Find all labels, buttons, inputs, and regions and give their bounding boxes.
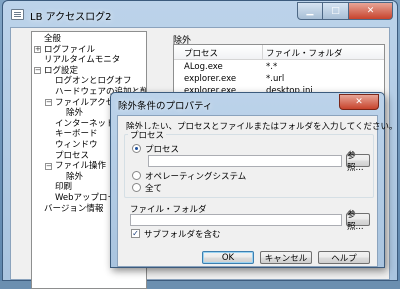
exclusion-properties-dialog: 除外条件のプロパティ ✕ 除外したい、プロセスとファイルまたはフォルダを入力して… xyxy=(110,92,398,268)
tree-item[interactable]: ログファイル xyxy=(44,45,95,55)
tree-item[interactable]: リアルタイムモニタ xyxy=(44,55,120,65)
dialog-client-area: 除外したい、プロセスとファイルまたはフォルダを入力してください。 プロセス プロ… xyxy=(117,115,398,267)
column-process[interactable]: プロセス xyxy=(184,47,218,59)
tree-item[interactable]: ログオンとログオフ xyxy=(55,76,132,86)
tree-expander-icon[interactable]: − xyxy=(45,162,52,170)
tree-expander-icon[interactable]: − xyxy=(45,99,52,107)
radio-os-label[interactable]: オペレーティングシステム xyxy=(145,170,246,182)
subfolder-checkbox[interactable]: ✓ xyxy=(131,229,140,238)
ok-button[interactable]: OK xyxy=(202,251,254,264)
list-header: プロセス ファイル・フォルダ xyxy=(174,45,384,60)
tree-item[interactable]: 除外 xyxy=(66,172,83,182)
process-group-label: プロセス xyxy=(128,129,167,141)
tree-expander-icon[interactable]: − xyxy=(34,67,41,75)
tree-item[interactable]: ログ設定 xyxy=(44,66,78,76)
close-button[interactable]: ✕ xyxy=(349,2,393,20)
dialog-title: 除外条件のプロパティ xyxy=(118,101,213,112)
tree-item[interactable]: ファイル操作 xyxy=(55,161,106,171)
tree-item[interactable]: バージョン情報 xyxy=(44,204,103,214)
dialog-close-button[interactable]: ✕ xyxy=(339,94,379,110)
maximize-button[interactable]: □ xyxy=(323,2,349,20)
help-button[interactable]: ヘルプ xyxy=(318,251,370,264)
column-file-folder[interactable]: ファイル・フォルダ xyxy=(266,47,343,59)
radio-all[interactable] xyxy=(132,183,141,192)
file-browse-button[interactable]: 参照... xyxy=(346,210,370,232)
cancel-button[interactable]: キャンセル xyxy=(260,251,312,264)
subfolder-label[interactable]: サブフォルダを含む xyxy=(144,228,221,240)
tree-item[interactable]: キーボード xyxy=(55,129,98,139)
app-icon xyxy=(11,9,24,20)
tree-item[interactable]: 全般 xyxy=(44,34,61,44)
list-cell-file[interactable]: *.* xyxy=(266,62,277,72)
tree-expander-icon[interactable]: + xyxy=(34,46,41,54)
radio-process-label[interactable]: プロセス xyxy=(145,143,179,155)
window-title: LB アクセスログ2 xyxy=(30,12,112,23)
tree-item[interactable]: 印刷 xyxy=(55,182,72,192)
tree-item[interactable]: ウィンドウ xyxy=(55,140,98,150)
list-cell-process[interactable]: explorer.exe xyxy=(184,74,236,84)
radio-process[interactable] xyxy=(132,144,141,153)
radio-all-label[interactable]: 全て xyxy=(145,182,162,194)
list-cell-file[interactable]: *.url xyxy=(266,74,284,84)
file-folder-input[interactable] xyxy=(130,214,342,226)
process-input[interactable] xyxy=(148,155,342,167)
list-cell-process[interactable]: ALog.exe xyxy=(184,62,223,72)
title-bar[interactable]: LB アクセスログ2 ▁ □ ✕ xyxy=(3,1,397,27)
dialog-instruction: 除外したい、プロセスとファイルまたはフォルダを入力してください。 xyxy=(126,122,398,132)
column-divider[interactable] xyxy=(262,45,263,59)
caption-buttons: ▁ □ ✕ xyxy=(297,2,393,20)
process-browse-button[interactable]: 参照... xyxy=(346,151,370,173)
tree-item[interactable]: プロセス xyxy=(55,151,89,161)
radio-os[interactable] xyxy=(132,171,141,180)
tree-item[interactable]: 除外 xyxy=(66,108,83,118)
minimize-button[interactable]: ▁ xyxy=(297,2,323,20)
